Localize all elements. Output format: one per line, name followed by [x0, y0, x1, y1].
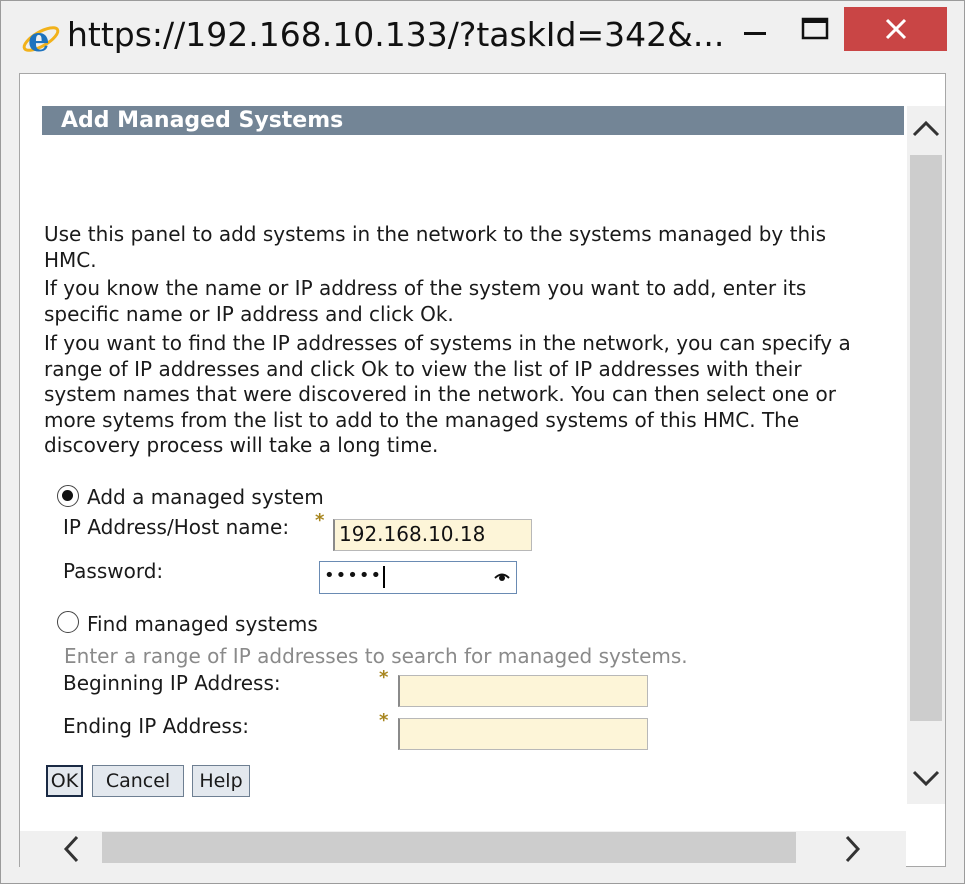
beginning-ip-label: Beginning IP Address:: [63, 671, 281, 695]
password-label: Password:: [63, 559, 164, 583]
description-paragraph: If you want to find the IP addresses of …: [44, 331, 851, 457]
scroll-left-button[interactable]: [56, 833, 86, 865]
ok-button[interactable]: OK: [46, 765, 83, 797]
page-content: Add Managed Systems Use this panel to ad…: [19, 73, 946, 867]
scroll-down-icon: [912, 770, 940, 787]
find-managed-systems-label[interactable]: Find managed systems: [87, 612, 318, 636]
show-password-icon[interactable]: [494, 571, 510, 583]
scroll-up-icon: [912, 120, 940, 137]
description-paragraph: If you know the name or IP address of th…: [44, 276, 807, 326]
beginning-ip-input[interactable]: [398, 675, 648, 707]
horizontal-scrollbar[interactable]: [20, 831, 906, 867]
minimize-icon: [744, 32, 766, 35]
maximize-icon: [801, 17, 829, 40]
add-managed-system-label[interactable]: Add a managed system: [87, 485, 324, 509]
title-bar[interactable]: e https://192.168.10.133/?taskId=342&...: [1, 1, 964, 73]
text-cursor: [383, 566, 385, 588]
internet-explorer-icon: e: [22, 20, 60, 59]
vertical-scrollbar[interactable]: [907, 106, 945, 804]
maximize-button[interactable]: [785, 7, 845, 51]
help-button[interactable]: Help: [192, 765, 250, 797]
scroll-right-button[interactable]: [838, 833, 868, 865]
scroll-left-icon: [63, 835, 79, 863]
minimize-button[interactable]: [725, 7, 785, 51]
host-name-label: IP Address/Host name:: [63, 515, 290, 539]
password-mask: •••••: [324, 565, 383, 586]
ending-ip-input[interactable]: [398, 718, 648, 750]
browser-popup-window: e https://192.168.10.133/?taskId=342&...…: [0, 0, 965, 884]
description-paragraph: Use this panel to add systems in the net…: [44, 222, 827, 272]
panel-title: Add Managed Systems: [42, 106, 904, 135]
vertical-scroll-thumb[interactable]: [910, 155, 942, 721]
scroll-right-icon: [845, 835, 861, 863]
required-marker: *: [379, 667, 389, 688]
window-title: https://192.168.10.133/?taskId=342&...: [67, 15, 725, 54]
svg-text:e: e: [28, 20, 50, 59]
add-managed-system-radio[interactable]: [57, 485, 79, 507]
find-managed-systems-radio[interactable]: [57, 611, 79, 633]
horizontal-scroll-thumb[interactable]: [102, 832, 796, 863]
ending-ip-label: Ending IP Address:: [63, 714, 249, 738]
close-icon: [885, 18, 906, 40]
ip-range-hint: Enter a range of IP addresses to search …: [64, 644, 688, 668]
required-marker: *: [315, 510, 325, 531]
host-name-input[interactable]: 192.168.10.18: [333, 519, 532, 551]
scroll-up-button[interactable]: [909, 111, 943, 145]
scroll-down-button[interactable]: [909, 762, 943, 796]
required-marker: *: [379, 710, 389, 731]
close-button[interactable]: [844, 7, 947, 51]
password-input[interactable]: •••••: [319, 561, 517, 594]
cancel-button[interactable]: Cancel: [92, 765, 184, 797]
